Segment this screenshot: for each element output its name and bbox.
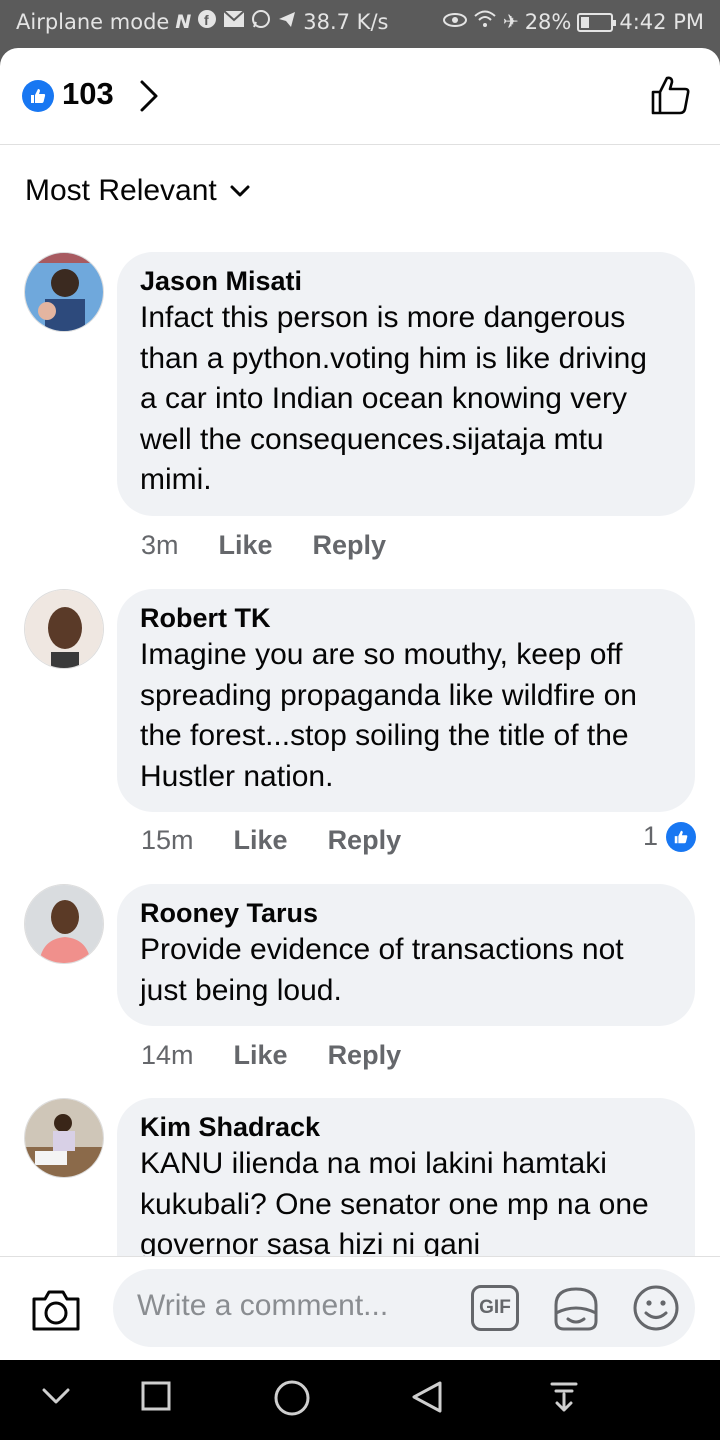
network-speed: 38.7 K/s [303, 10, 389, 34]
airplane-mode-label: Airplane mode [16, 10, 170, 34]
comment-text: Infact this person is more dangerous tha… [140, 301, 647, 496]
avatar[interactable] [24, 252, 104, 332]
comment-composer: Write a comment... GIF [0, 1256, 720, 1360]
avatar[interactable] [24, 1098, 104, 1178]
comment-reaction-count[interactable]: 1 [643, 821, 696, 852]
comment-time: 14m [141, 1040, 194, 1070]
telegram-icon [277, 9, 297, 35]
comment-text: Provide evidence of transactions not jus… [140, 933, 624, 1007]
comment-author[interactable]: Rooney Tarus [140, 896, 671, 930]
like-reaction-icon [666, 821, 696, 852]
comment-bubble[interactable]: Robert TK Imagine you are so mouthy, kee… [117, 589, 695, 812]
mail-icon [223, 10, 245, 34]
eye-comfort-icon [442, 10, 467, 34]
comment-actions: 14m Like Reply [141, 1040, 401, 1071]
camera-icon[interactable] [30, 1287, 82, 1337]
airplane-icon: ✈ [502, 11, 519, 33]
comment-author[interactable]: Jason Misati [140, 264, 671, 298]
sticker-icon[interactable] [550, 1283, 602, 1339]
comment-actions: 15m Like Reply [141, 825, 401, 856]
reaction-count[interactable]: 103 [62, 76, 114, 112]
chevron-right-icon[interactable] [136, 78, 162, 118]
like-button[interactable]: Like [219, 530, 273, 561]
emoji-icon[interactable] [631, 1283, 681, 1337]
comment-text: Imagine you are so mouthy, keep off spre… [140, 638, 637, 793]
comment-bubble[interactable]: Rooney Tarus Provide evidence of transac… [117, 884, 695, 1026]
chevron-down-icon [230, 185, 250, 197]
nfc-icon: N [175, 11, 192, 33]
notification-pull-icon[interactable] [548, 1380, 580, 1418]
comment-reaction-number: 1 [642, 821, 658, 851]
sort-label: Most Relevant [25, 174, 217, 207]
comment-text: KANU ilienda na moi lakini hamtaki kukub… [140, 1147, 649, 1261]
back-icon[interactable] [410, 1380, 444, 1418]
comment-author[interactable]: Robert TK [140, 601, 671, 635]
recents-icon[interactable] [140, 1380, 172, 1416]
avatar[interactable] [24, 589, 104, 669]
reply-button[interactable]: Reply [328, 825, 402, 856]
like-reaction-icon [22, 80, 54, 112]
clock: 4:42 PM [619, 10, 704, 34]
comment-input[interactable]: Write a comment... GIF [113, 1269, 695, 1347]
reply-button[interactable]: Reply [313, 530, 387, 561]
battery-icon [577, 12, 617, 32]
like-button[interactable]: Like [234, 825, 288, 856]
comment-time: 3m [141, 530, 179, 560]
whatsapp-icon [251, 9, 271, 35]
battery-percent: 28% [524, 10, 572, 34]
sort-dropdown[interactable]: Most Relevant [25, 174, 251, 208]
comment-actions: 3m Like Reply [141, 530, 386, 561]
status-bar: Airplane mode N f 38.7 K/s ✈ 28% 4:42 PM [0, 0, 720, 48]
reply-button[interactable]: Reply [328, 1040, 402, 1071]
comments-sheet: 103 Most Relevant Jason Misati Infact th… [0, 48, 720, 1360]
nav-hide-icon[interactable] [40, 1386, 72, 1412]
svg-text:f: f [204, 12, 209, 28]
reactions-header: 103 [0, 48, 720, 145]
gif-button[interactable]: GIF [471, 1285, 519, 1331]
comment-bubble[interactable]: Jason Misati Infact this person is more … [117, 252, 695, 516]
facebook-notification-icon: f [197, 9, 217, 35]
avatar[interactable] [24, 884, 104, 964]
system-nav-bar [0, 1360, 720, 1440]
comment-author[interactable]: Kim Shadrack [140, 1110, 671, 1144]
comment-time: 15m [141, 825, 194, 855]
thumbs-up-outline-icon[interactable] [650, 74, 692, 120]
comment-placeholder: Write a comment... [137, 1289, 389, 1322]
wifi-icon [473, 9, 497, 35]
home-icon[interactable] [273, 1379, 311, 1421]
like-button[interactable]: Like [234, 1040, 288, 1071]
